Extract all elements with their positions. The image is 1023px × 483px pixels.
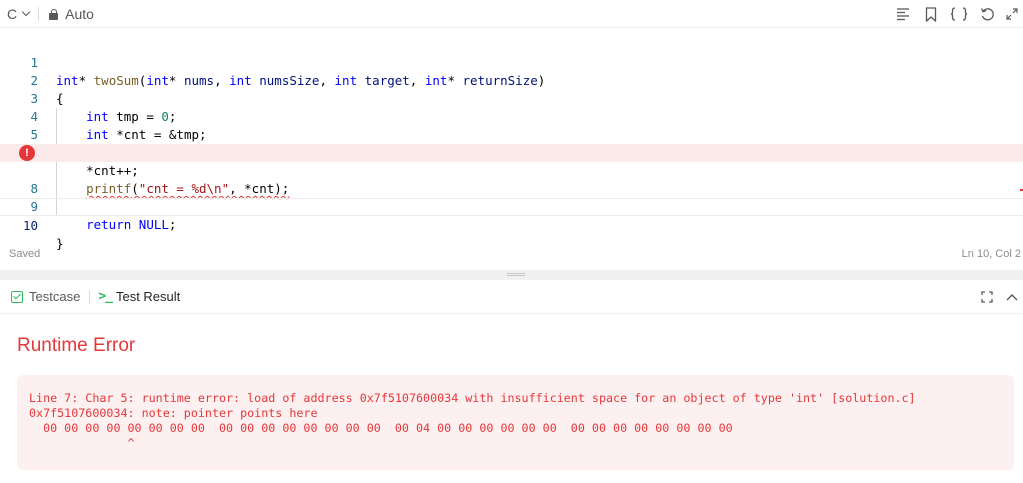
error-icon[interactable]: ! [19, 145, 35, 161]
tab-label: Test Result [115, 289, 181, 304]
chevron-up-icon [1006, 294, 1018, 301]
result-title: Runtime Error [17, 335, 136, 356]
auto-mode-label: Auto [65, 5, 94, 22]
code-line[interactable]: 1 int* twoSum(int* nums, int numsSize, i… [0, 36, 1023, 88]
lock-icon [49, 8, 59, 20]
editor-tools [889, 0, 1023, 28]
code-line-current[interactable]: 10 } [0, 198, 1023, 251]
language-label: C [7, 5, 18, 22]
error-message: Line 7: Char 5: runtime error: load of a… [29, 391, 916, 450]
code-line-error[interactable]: ! printf("cnt = %d\n", *cnt); [0, 144, 1023, 196]
tab-divider [89, 289, 91, 304]
error-message-box: Line 7: Char 5: runtime error: load of a… [17, 375, 1014, 470]
maximize-panel-button[interactable] [973, 283, 1001, 311]
code-text: return NULL; [86, 217, 177, 232]
reset-icon [980, 7, 994, 20]
code-line[interactable]: 2 { [0, 54, 1023, 106]
tab-label: Testcase [29, 289, 81, 304]
collapse-panel-button[interactable] [1001, 283, 1023, 311]
code-line[interactable]: 9 return NULL; [0, 180, 1023, 232]
bookmark-icon [925, 6, 937, 22]
saved-status: Saved [9, 248, 41, 260]
auto-mode-indicator[interactable]: Auto [49, 6, 94, 22]
tab-testcase[interactable]: Testcase [0, 289, 80, 304]
drag-handle-icon[interactable] [507, 273, 525, 276]
chevron-down-icon [21, 7, 31, 16]
expand-icon [1006, 8, 1018, 20]
code-editor[interactable]: 1 int* twoSum(int* nums, int numsSize, i… [0, 36, 1023, 251]
panel-resize-divider[interactable] [0, 270, 1023, 280]
line-number: 10 [22, 218, 38, 233]
terminal-icon: >_ [98, 289, 113, 304]
panel-tools [973, 280, 1023, 314]
bottom-panel-tabs: Testcase >_ Test Result [0, 280, 1023, 314]
reset-button[interactable] [973, 0, 1001, 28]
format-icon [897, 8, 909, 21]
editor-toolbar: C Auto [0, 0, 1023, 28]
braces-button[interactable] [945, 0, 973, 28]
checkbox-icon [11, 290, 23, 303]
maximize-icon [981, 291, 993, 303]
language-select[interactable]: C [7, 5, 31, 22]
braces-icon [950, 7, 968, 21]
code-line[interactable]: 6 *cnt++; [0, 126, 1023, 178]
code-line[interactable]: 3 int tmp = 0; [0, 72, 1023, 124]
code-line[interactable]: 4 int *cnt = &tmp; [0, 90, 1023, 142]
code-line[interactable]: 5 [0, 108, 1023, 142]
editor-status-bar: Saved Ln 10, Col 2 [0, 246, 1023, 262]
toolbar-divider [38, 6, 40, 21]
code-line[interactable]: 8 [0, 162, 1023, 196]
tab-test-result[interactable]: >_ Test Result [98, 289, 180, 304]
format-button[interactable] [889, 0, 917, 28]
expand-button[interactable] [1001, 0, 1023, 28]
bookmark-button[interactable] [917, 0, 945, 28]
cursor-position: Ln 10, Col 2 [961, 248, 1021, 260]
